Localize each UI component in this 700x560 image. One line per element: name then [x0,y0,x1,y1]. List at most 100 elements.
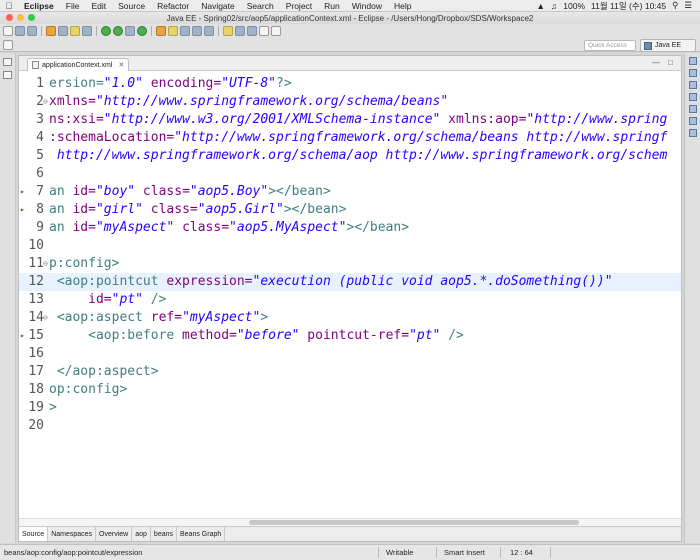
close-window-button[interactable] [6,14,13,21]
code-line[interactable]: 2 ⊖ xmlns="http://www.springframework.org/… [19,93,681,111]
code-line[interactable]: 18 op:config> [19,381,681,399]
zoom-window-button[interactable] [28,14,35,21]
code-line[interactable]: 4:schemaLocation="http://www.springframe… [19,129,681,147]
code-token: an [49,202,73,217]
search-tool-icon[interactable] [204,26,214,36]
advice-marker-icon[interactable]: ▸ [20,183,25,201]
console-icon[interactable] [688,93,697,101]
minimize-icon[interactable]: — [652,58,660,67]
annotation-icon[interactable] [223,26,233,36]
pin-icon[interactable] [3,39,13,50]
code-line[interactable]: 16 [19,345,681,363]
battery-percent[interactable]: 100% [563,1,585,11]
close-icon[interactable]: ✕ [118,61,124,69]
code-token: "execution (public void aop5.*.doSomethi… [252,274,613,289]
wifi-icon[interactable]: ▲ [536,1,544,11]
code-line[interactable]: 12 <aop:pointcut expression="execution (… [19,273,681,291]
code-line[interactable]: 14 ⊖ <aop:aspect ref="myAspect"> [19,309,681,327]
tab-beans-graph[interactable]: Beans Graph [177,527,226,541]
tab-source[interactable]: Source [19,527,49,541]
app-menu[interactable]: Eclipse [18,1,60,11]
terminal-icon[interactable] [58,26,68,36]
folder-icon[interactable] [70,26,80,36]
menu-navigate[interactable]: Navigate [195,1,241,11]
restore-view-icon[interactable] [3,58,12,66]
quick-access-input[interactable]: Quick Access [584,40,636,51]
menu-help[interactable]: Help [388,1,417,11]
code-token: "myAspect" [182,310,261,325]
horizontal-scrollbar[interactable] [19,518,681,526]
menu-window[interactable]: Window [346,1,388,11]
code-token: "http://www.spring [526,112,668,127]
code-text: p:config> [49,255,119,273]
code-line[interactable]: 6 [19,165,681,183]
code-token: <aop:before [49,328,175,343]
prev-annotation-icon[interactable] [247,26,257,36]
print-icon[interactable] [27,26,37,36]
task-list-icon[interactable] [688,81,697,89]
code-text: an id="boy" class="aop5.Boy"></bean> [49,183,331,201]
menu-edit[interactable]: Edit [85,1,112,11]
forward-icon[interactable] [271,26,281,36]
tab-aop[interactable]: aop [132,527,151,541]
advice-marker-icon[interactable]: ▸ [20,327,25,345]
menu-source[interactable]: Source [112,1,151,11]
open-task-icon[interactable] [192,26,202,36]
properties-icon[interactable] [688,129,697,137]
code-line[interactable]: 10 [19,237,681,255]
server-icon[interactable] [46,26,56,36]
search-icon[interactable]: ⚲ [672,0,678,11]
code-line[interactable]: 1 ersion="1.0" encoding="UTF-8"?> [19,75,681,93]
run-icon[interactable] [101,26,111,36]
restore-view-icon[interactable] [688,57,697,65]
code-line[interactable]: 7 ▸ an id="boy" class="aop5.Boy"></bean> [19,183,681,201]
menu-project[interactable]: Project [280,1,318,11]
code-line[interactable]: 9 an id="myAspect" class="aop5.MyAspect">… [19,219,681,237]
fold-toggle-icon[interactable]: ⊖ [43,93,48,111]
menu-run[interactable]: Run [318,1,346,11]
outline-icon[interactable] [688,69,697,77]
save-icon[interactable] [15,26,25,36]
editor-tab[interactable]: applicationContext.xml ✕ [27,58,130,71]
code-line[interactable]: 5 http://www.springframework.org/schema/… [19,147,681,165]
scrollbar-thumb[interactable] [249,520,579,525]
run-last-icon[interactable] [137,26,147,36]
fold-toggle-icon[interactable]: ⊖ [43,309,48,327]
next-annotation-icon[interactable] [235,26,245,36]
code-area[interactable]: 1 ersion="1.0" encoding="UTF-8"?> 2 ⊖ xmlns=… [19,73,681,520]
fold-toggle-icon[interactable]: ⊖ [43,255,48,273]
menu-search[interactable]: Search [241,1,280,11]
menu-list-icon[interactable]: ☰ [684,0,692,11]
new-icon[interactable] [3,26,13,36]
code-line[interactable]: 3 ns:xsi="http://www.w3.org/2001/XMLSchem… [19,111,681,129]
code-line[interactable]: 20 [19,417,681,435]
new-package-icon[interactable] [168,26,178,36]
advice-marker-icon[interactable]: ▸ [20,201,25,219]
tab-namespaces[interactable]: Namespaces [48,527,97,541]
minimize-window-button[interactable] [17,14,24,21]
open-type-icon[interactable] [180,26,190,36]
code-line[interactable]: 13 id="pt" /> [19,291,681,309]
problems-icon[interactable] [688,117,697,125]
debug-icon[interactable] [113,26,123,36]
code-line[interactable]: 8 ▸ an id="girl" class="aop5.Girl"></bean> [19,201,681,219]
build-icon[interactable] [82,26,92,36]
clock[interactable]: 11월 11일 (수) 10:45 [591,0,666,12]
code-line[interactable]: 19 > [19,399,681,417]
perspective-switcher[interactable]: Java EE [640,39,696,52]
code-line[interactable]: 15 ▸ <aop:before method="before" pointcut… [19,327,681,345]
package-explorer-icon[interactable] [3,71,12,79]
coverage-icon[interactable] [125,26,135,36]
servers-icon[interactable] [688,105,697,113]
volume-icon[interactable]: ♫ [551,1,557,11]
maximize-icon[interactable]: □ [668,58,673,67]
tab-overview[interactable]: Overview [96,527,133,541]
code-line[interactable]: 17 </aop:aspect> [19,363,681,381]
tab-beans[interactable]: beans [151,527,177,541]
menu-file[interactable]: File [60,1,86,11]
code-line[interactable]: 11 ⊖ p:config> [19,255,681,273]
menu-refactor[interactable]: Refactor [151,1,195,11]
new-class-icon[interactable] [156,26,166,36]
back-icon[interactable] [259,26,269,36]
apple-icon[interactable]:  [0,1,18,11]
